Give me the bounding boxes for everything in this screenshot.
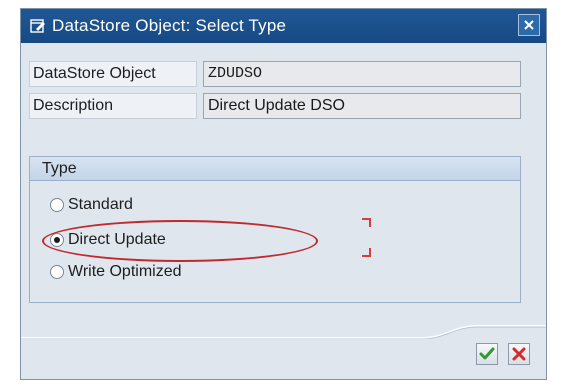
check-icon	[479, 347, 495, 360]
close-icon	[524, 20, 534, 30]
datastore-object-row: DataStore Object ZDUDSO	[29, 61, 521, 87]
ok-button[interactable]	[476, 343, 498, 365]
type-group-header: Type	[30, 157, 520, 181]
focus-corner-bottom	[362, 248, 371, 257]
radio-standard-label: Standard	[68, 196, 133, 213]
datastore-object-field[interactable]: ZDUDSO	[203, 61, 521, 87]
select-type-dialog: DataStore Object: Select Type DataStore …	[20, 8, 547, 380]
dialog-title: DataStore Object: Select Type	[52, 16, 287, 35]
close-button[interactable]	[518, 14, 540, 36]
title-bar[interactable]: DataStore Object: Select Type	[21, 9, 546, 43]
edit-window-icon	[30, 18, 46, 34]
description-field[interactable]: Direct Update DSO	[203, 93, 521, 119]
footer-separator	[21, 325, 546, 339]
type-groupbox: Type Standard Direct Update Write Optimi…	[29, 156, 521, 303]
radio-standard[interactable]: Standard	[50, 194, 133, 216]
radio-write-optimized-label: Write Optimized	[68, 263, 182, 280]
datastore-object-label: DataStore Object	[29, 61, 197, 87]
radio-write-optimized-button[interactable]	[50, 265, 64, 279]
radio-write-optimized[interactable]: Write Optimized	[50, 261, 182, 283]
description-row: Description Direct Update DSO	[29, 93, 521, 119]
focus-corner-top	[362, 218, 371, 227]
cancel-x-icon	[512, 347, 526, 361]
cancel-button[interactable]	[508, 343, 530, 365]
annotation-highlight-ellipse	[42, 220, 318, 262]
description-label: Description	[29, 93, 197, 119]
radio-standard-button[interactable]	[50, 198, 64, 212]
